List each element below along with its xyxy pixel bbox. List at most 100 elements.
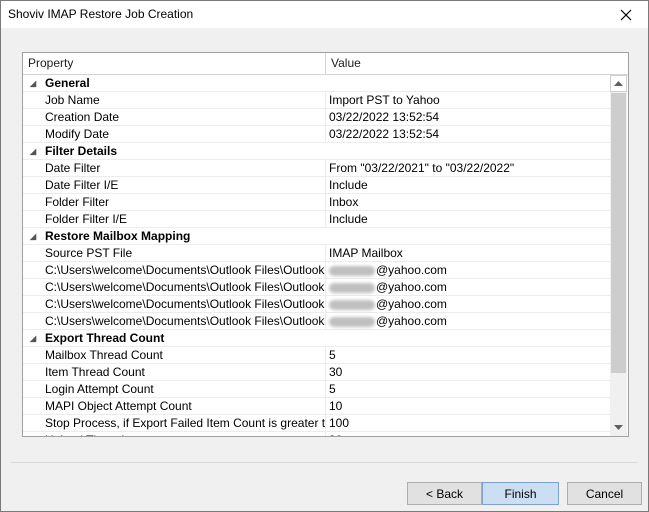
category-label: Filter Details	[45, 144, 118, 158]
redacted-email-prefix	[329, 316, 375, 327]
column-separator	[325, 381, 326, 397]
category-row[interactable]: ◢ Filter Details	[23, 143, 610, 160]
property-row[interactable]: Folder Filter I/E Include	[23, 211, 610, 228]
redacted-email-prefix	[329, 299, 375, 310]
column-separator	[325, 313, 326, 329]
property-value: Include	[329, 178, 368, 192]
property-row[interactable]: Source PST File IMAP Mailbox	[23, 245, 610, 262]
property-row[interactable]: MAPI Object Attempt Count 10	[23, 398, 610, 415]
property-value: 03/22/2022 13:52:54	[329, 127, 440, 141]
column-separator	[325, 415, 326, 431]
column-header-property[interactable]: Property	[23, 53, 326, 74]
property-name: Folder Filter	[45, 195, 110, 209]
property-name: Date Filter I/E	[45, 178, 119, 192]
property-name: MAPI Object Attempt Count	[45, 399, 192, 413]
collapse-triangle-icon[interactable]: ◢	[30, 228, 36, 245]
property-value: @yahoo.com	[329, 262, 447, 278]
finish-button[interactable]: Finish	[482, 482, 559, 505]
property-row[interactable]: Creation Date 03/22/2022 13:52:54	[23, 109, 610, 126]
property-name: Creation Date	[45, 110, 120, 124]
column-separator	[325, 109, 326, 125]
collapse-triangle-icon[interactable]: ◢	[30, 330, 36, 347]
property-row[interactable]: Mailbox Thread Count 5	[23, 347, 610, 364]
column-separator	[325, 398, 326, 414]
property-value: @yahoo.com	[329, 313, 447, 329]
redacted-email-prefix	[329, 282, 375, 293]
close-icon	[620, 9, 632, 20]
property-value: From "03/22/2021" to "03/22/2022"	[329, 161, 515, 175]
column-separator	[325, 296, 326, 312]
property-value: 03/22/2022 13:52:54	[329, 110, 440, 124]
property-value: @yahoo.com	[329, 296, 447, 312]
property-name: Stop Process, if Export Failed Item Coun…	[45, 416, 325, 430]
column-separator	[325, 245, 326, 261]
email-domain: @yahoo.com	[376, 280, 447, 294]
category-label: General	[45, 76, 90, 90]
dialog-window: Shoviv IMAP Restore Job Creation Propert…	[0, 0, 649, 512]
property-value: IMAP Mailbox	[329, 246, 403, 260]
property-value: 30	[329, 365, 343, 379]
title-bar: Shoviv IMAP Restore Job Creation	[1, 1, 648, 28]
property-row[interactable]: Job Name Import PST to Yahoo	[23, 92, 610, 109]
grid-rows: ◢ General Job Name Import PST to Yahoo Creat…	[23, 75, 610, 436]
property-name: C:\Users\welcome\Documents\Outlook Files…	[45, 314, 325, 328]
property-value: 10	[329, 399, 343, 413]
property-value: 100	[329, 416, 350, 430]
property-value: 5	[329, 348, 336, 362]
property-name: C:\Users\welcome\Documents\Outlook Files…	[45, 263, 325, 277]
property-name: C:\Users\welcome\Documents\Outlook Files…	[45, 297, 325, 311]
redacted-email-prefix	[329, 265, 375, 276]
property-row[interactable]: Date Filter I/E Include	[23, 177, 610, 194]
category-row[interactable]: ◢ General	[23, 75, 610, 92]
collapse-triangle-icon[interactable]: ◢	[30, 143, 36, 160]
back-button[interactable]: < Back	[407, 482, 482, 505]
property-row[interactable]: Folder Filter Inbox	[23, 194, 610, 211]
property-value: 30	[329, 432, 342, 436]
triangle-up-icon	[614, 81, 623, 86]
property-row[interactable]: C:\Users\welcome\Documents\Outlook Files…	[23, 296, 610, 313]
property-row[interactable]: Login Attempt Count 5	[23, 381, 610, 398]
property-value: Include	[329, 212, 368, 226]
scroll-thumb[interactable]	[611, 93, 626, 373]
close-button[interactable]	[604, 1, 648, 28]
column-separator	[325, 177, 326, 193]
property-row[interactable]: Date Filter From "03/22/2021" to "03/22/2…	[23, 160, 610, 177]
column-separator	[325, 262, 326, 278]
collapse-triangle-icon[interactable]: ◢	[30, 75, 36, 92]
column-separator	[325, 279, 326, 295]
property-name: Login Attempt Count	[45, 382, 154, 396]
category-label: Restore Mailbox Mapping	[45, 229, 191, 243]
property-row[interactable]: C:\Users\welcome\Documents\Outlook Files…	[23, 313, 610, 330]
category-row[interactable]: ◢ Export Thread Count	[23, 330, 610, 347]
category-row[interactable]: ◢ Restore Mailbox Mapping	[23, 228, 610, 245]
property-row[interactable]: Modify Date 03/22/2022 13:52:54	[23, 126, 610, 143]
property-name: Job Name	[45, 93, 100, 107]
property-value: Import PST to Yahoo	[329, 93, 440, 107]
property-value: @yahoo.com	[329, 279, 447, 295]
column-separator	[325, 92, 326, 108]
vertical-scrollbar[interactable]	[610, 75, 627, 436]
column-separator	[325, 126, 326, 142]
property-row[interactable]: Stop Process, if Export Failed Item Coun…	[23, 415, 610, 432]
column-separator	[325, 211, 326, 227]
column-header-value[interactable]: Value	[326, 53, 610, 74]
column-separator	[325, 347, 326, 363]
email-domain: @yahoo.com	[376, 263, 447, 277]
scroll-down-button[interactable]	[610, 419, 627, 436]
property-name: C:\Users\welcome\Documents\Outlook Files…	[45, 280, 325, 294]
column-separator	[325, 194, 326, 210]
property-name: Upload Thread	[45, 432, 325, 436]
property-row[interactable]: Item Thread Count 30	[23, 364, 610, 381]
category-label: Export Thread Count	[45, 331, 165, 345]
property-row[interactable]: C:\Users\welcome\Documents\Outlook Files…	[23, 279, 610, 296]
cancel-button[interactable]: Cancel	[567, 482, 642, 505]
property-name: Modify Date	[45, 127, 110, 141]
property-row[interactable]: C:\Users\welcome\Documents\Outlook Files…	[23, 262, 610, 279]
window-title: Shoviv IMAP Restore Job Creation	[8, 7, 194, 21]
property-value: 5	[329, 382, 336, 396]
email-domain: @yahoo.com	[376, 314, 447, 328]
scroll-up-button[interactable]	[610, 75, 627, 92]
grid-header: Property Value	[23, 53, 628, 75]
email-domain: @yahoo.com	[376, 297, 447, 311]
property-row[interactable]: Upload Thread 30	[23, 432, 610, 436]
